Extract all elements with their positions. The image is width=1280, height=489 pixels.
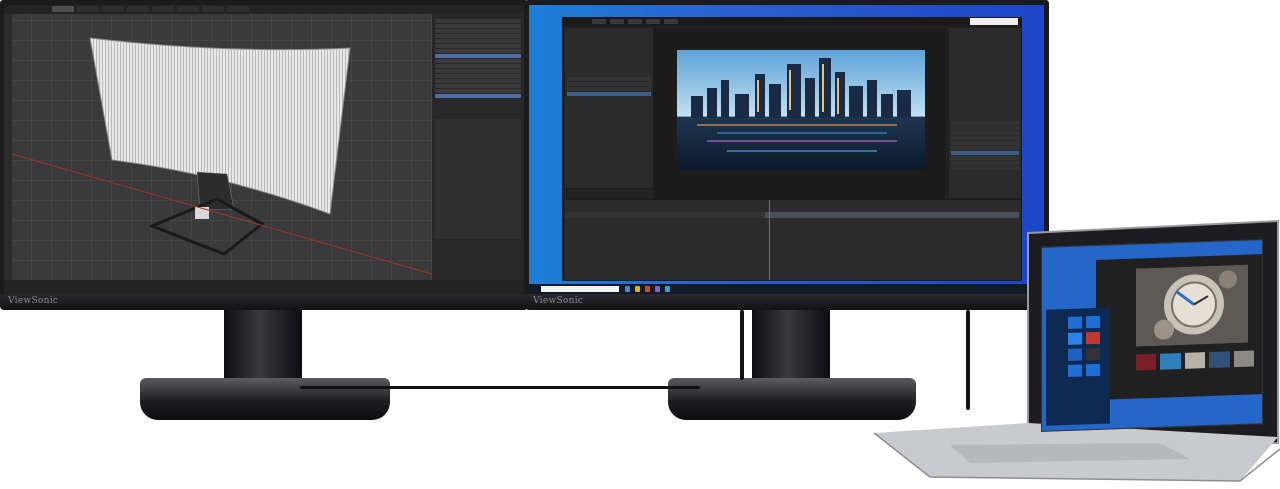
project-row [567,82,651,86]
outliner-row [435,24,521,28]
project-row [567,87,651,91]
curved-monitor-model [12,37,432,275]
taskbar-app-icon [635,286,640,292]
blender-tab [202,6,224,12]
blender-toolbar [4,14,12,280]
center-monitor-brand: ViewSonic [533,296,584,306]
effect-row [951,131,1019,135]
effect-row [951,121,1019,125]
ae-effects-panel [948,27,1022,199]
taskbar-app-icon [645,286,650,292]
effect-row [951,146,1019,150]
playhead [769,200,770,280]
city-skyline-image [677,50,925,170]
thumbnail [1160,352,1181,370]
outliner-row [435,59,521,63]
thumbnail [1184,352,1206,369]
start-tile [1068,316,1082,329]
ae-search-box [970,18,1018,25]
ae-project-panel [564,27,654,189]
effect-row-selected [951,151,1019,155]
effect-row [951,126,1019,130]
taskbar-search-box [541,286,619,292]
outliner-row [435,84,521,88]
thumbnail [1209,351,1230,369]
blender-tab [52,6,74,12]
outliner-row [435,39,521,43]
start-tile [1068,364,1082,377]
taskbar-app-icon [625,286,630,292]
blender-3d-viewport [12,14,432,280]
thumbnail [1136,353,1157,371]
blender-top-bar [4,5,524,14]
blender-properties-panel [435,119,521,239]
outliner-row [435,64,521,68]
laptop-photo-app [1096,254,1262,400]
blender-outliner-panel [432,14,524,280]
outliner-row [435,49,521,53]
taskbar-app-icon [665,286,670,292]
left-monitor-chin [0,294,528,310]
outliner-row-selected [435,54,521,58]
ae-tool [646,19,660,24]
ae-tool [628,19,642,24]
ae-composition-panel [654,27,946,199]
blender-tab [77,6,99,12]
ae-tool [610,19,624,24]
blender-tab [127,6,149,12]
effect-row [951,141,1019,145]
laptop-start-menu [1046,307,1110,426]
cable [740,310,744,380]
project-row-selected [567,92,651,96]
start-tile [1068,332,1082,345]
start-tile [1086,331,1100,345]
left-monitor-stand-base [140,378,390,420]
effect-row [951,156,1019,160]
taskbar-app-icon [655,286,660,292]
ae-tool [664,19,678,24]
start-tile [1068,348,1082,361]
start-tile [1086,347,1100,361]
watch-photo [1136,264,1248,347]
start-tile [1086,315,1100,329]
left-monitor-screen [4,5,524,294]
outliner-row [435,19,521,23]
outliner-row [435,89,521,93]
blender-tab [152,6,174,12]
laptop-screen [1041,239,1263,432]
thumbnail-strip [1136,350,1255,371]
blender-timeline [4,280,524,294]
effect-row [951,161,1019,165]
blender-workspace-tabs [52,6,249,12]
blender-tab [102,6,124,12]
outliner-row [435,79,521,83]
effect-row [951,136,1019,140]
outliner-row [435,74,521,78]
effect-row [951,166,1019,170]
outliner-row [435,29,521,33]
timeline-layer-bar [765,212,1019,218]
outliner-row [435,69,521,73]
ae-toolbar [562,17,1022,26]
thumbnail [1233,350,1255,368]
blender-tab [177,6,199,12]
outliner-row-selected [435,94,521,98]
timeline-layer [565,212,765,218]
outliner-row [435,34,521,38]
outliner-row [435,44,521,48]
project-row [567,77,651,81]
blender-tab [227,6,249,12]
ae-tool [592,19,606,24]
start-tile [1086,363,1100,377]
left-monitor-brand: ViewSonic [8,296,59,306]
cable [300,386,700,389]
